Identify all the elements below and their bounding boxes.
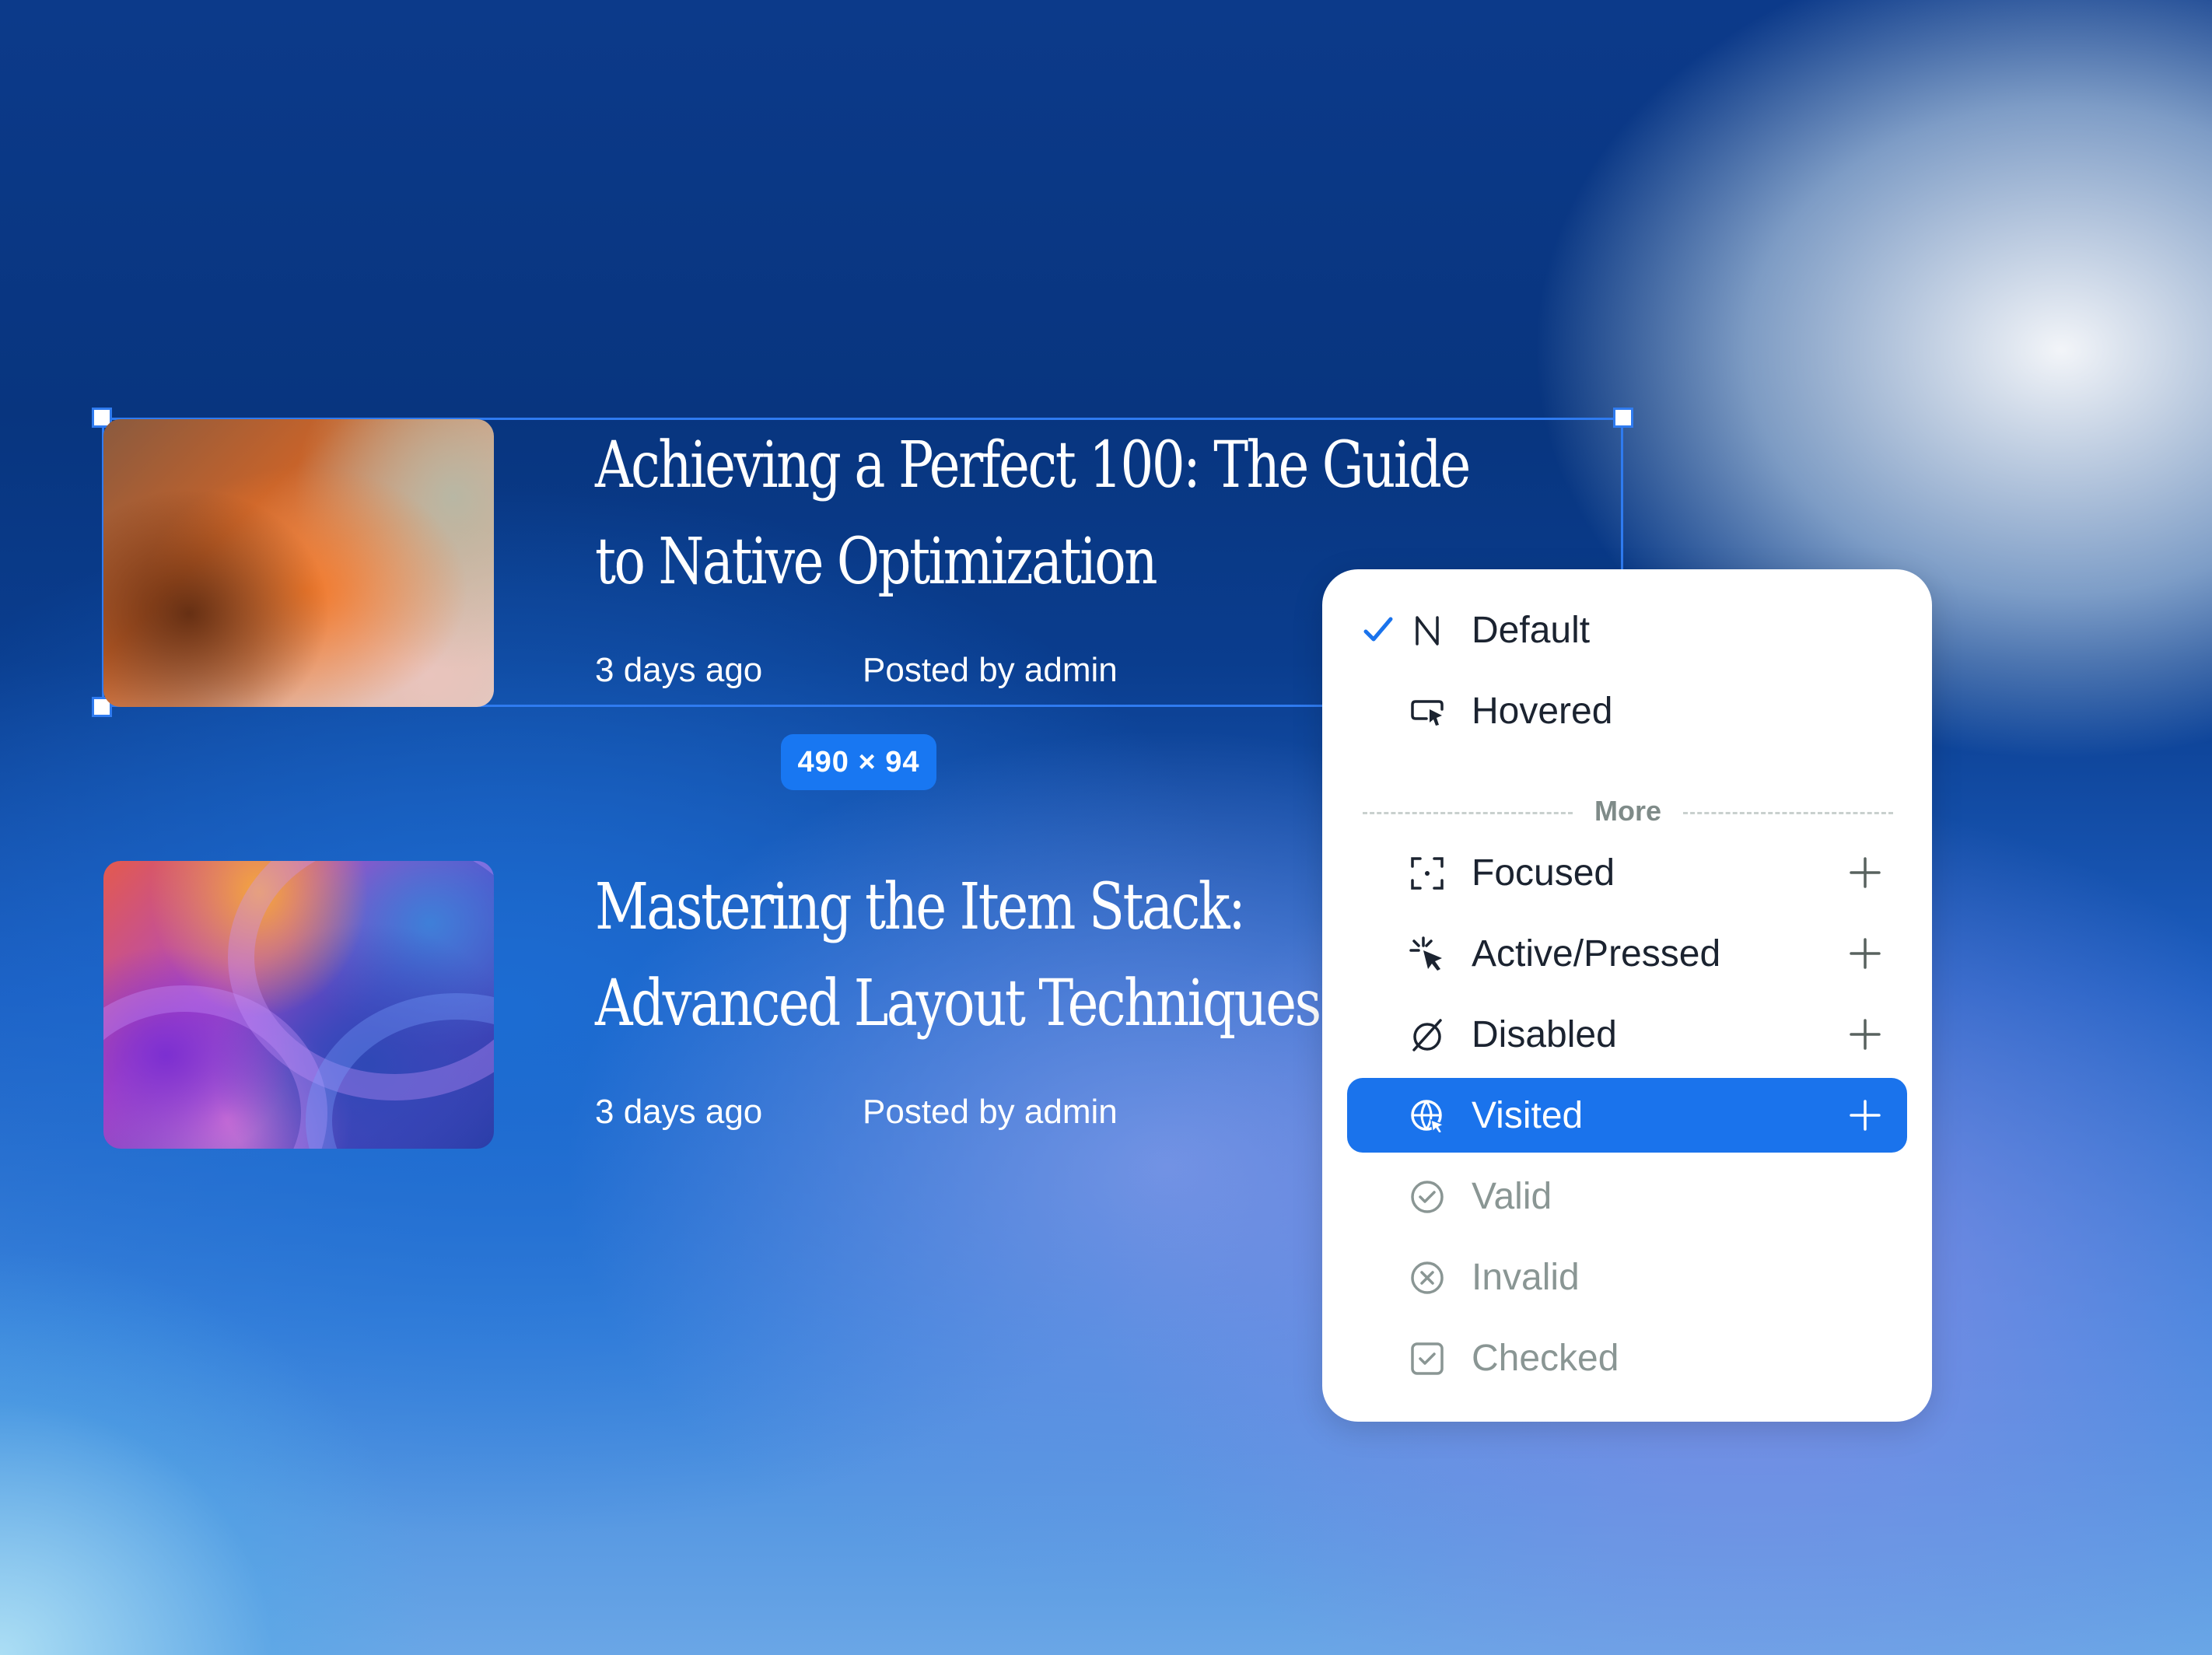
x-circle-icon — [1411, 1261, 1444, 1294]
menu-item-checked[interactable]: Checked — [1347, 1321, 1907, 1395]
menu-item-active-pressed[interactable]: Active/Pressed — [1347, 916, 1907, 991]
menu-item-focused[interactable]: Focused — [1347, 835, 1907, 910]
add-icon[interactable] — [1848, 1098, 1882, 1132]
menu-item-label: Hovered — [1472, 690, 1613, 732]
checkmark-icon — [1363, 617, 1393, 642]
menu-item-label: Visited — [1472, 1094, 1584, 1136]
menu-section-divider: More — [1363, 793, 1893, 832]
article-time: 3 days ago — [595, 651, 763, 689]
focus-frame-icon — [1411, 857, 1444, 890]
cursor-hover-icon — [1411, 700, 1444, 726]
state-dropdown-menu: Default Hovered More Focused Active/Pres… — [1322, 569, 1932, 1422]
article-author: Posted by admin — [863, 1093, 1118, 1131]
add-icon[interactable] — [1848, 1017, 1882, 1051]
menu-item-label: Focused — [1472, 852, 1615, 894]
menu-item-hovered[interactable]: Hovered — [1347, 674, 1907, 748]
check-circle-icon — [1411, 1181, 1444, 1213]
menu-item-invalid[interactable]: Invalid — [1347, 1240, 1907, 1314]
menu-item-valid[interactable]: Valid — [1347, 1159, 1907, 1233]
article-time: 3 days ago — [595, 1093, 763, 1131]
article-thumbnail — [103, 419, 494, 707]
menu-item-label: Invalid — [1472, 1256, 1580, 1298]
menu-item-label: Default — [1472, 609, 1591, 651]
menu-item-disabled[interactable]: Disabled — [1347, 997, 1907, 1072]
article-thumbnail — [103, 861, 494, 1149]
menu-item-label: Valid — [1472, 1175, 1552, 1217]
size-badge: 490 × 94 — [781, 734, 936, 790]
more-section-label: More — [1594, 795, 1661, 827]
slashed-circle-icon — [1412, 1019, 1442, 1051]
menu-item-label: Active/Pressed — [1472, 932, 1721, 974]
add-icon[interactable] — [1848, 936, 1882, 971]
checkbox-icon — [1411, 1342, 1444, 1375]
globe-visited-icon — [1411, 1100, 1445, 1134]
article-title: Achieving a Perfect 100: The Guide to Na… — [595, 429, 1471, 599]
menu-item-default[interactable]: Default — [1347, 593, 1907, 667]
menu-item-label: Checked — [1472, 1337, 1619, 1379]
article-author: Posted by admin — [863, 651, 1118, 689]
resize-handle-top-right[interactable] — [1613, 408, 1633, 428]
menu-item-visited[interactable]: Visited — [1347, 1078, 1907, 1153]
article-card[interactable]: Achieving a Perfect 100: The Guide to Na… — [102, 418, 1471, 707]
n-letter-icon — [1416, 616, 1439, 646]
click-burst-icon — [1409, 936, 1442, 971]
article-title: Mastering the Item Stack: Advanced Layou… — [595, 870, 1321, 1041]
menu-item-label: Disabled — [1472, 1013, 1617, 1055]
article-card[interactable]: Mastering the Item Stack: Advanced Layou… — [102, 859, 1346, 1149]
add-icon[interactable] — [1848, 855, 1882, 890]
